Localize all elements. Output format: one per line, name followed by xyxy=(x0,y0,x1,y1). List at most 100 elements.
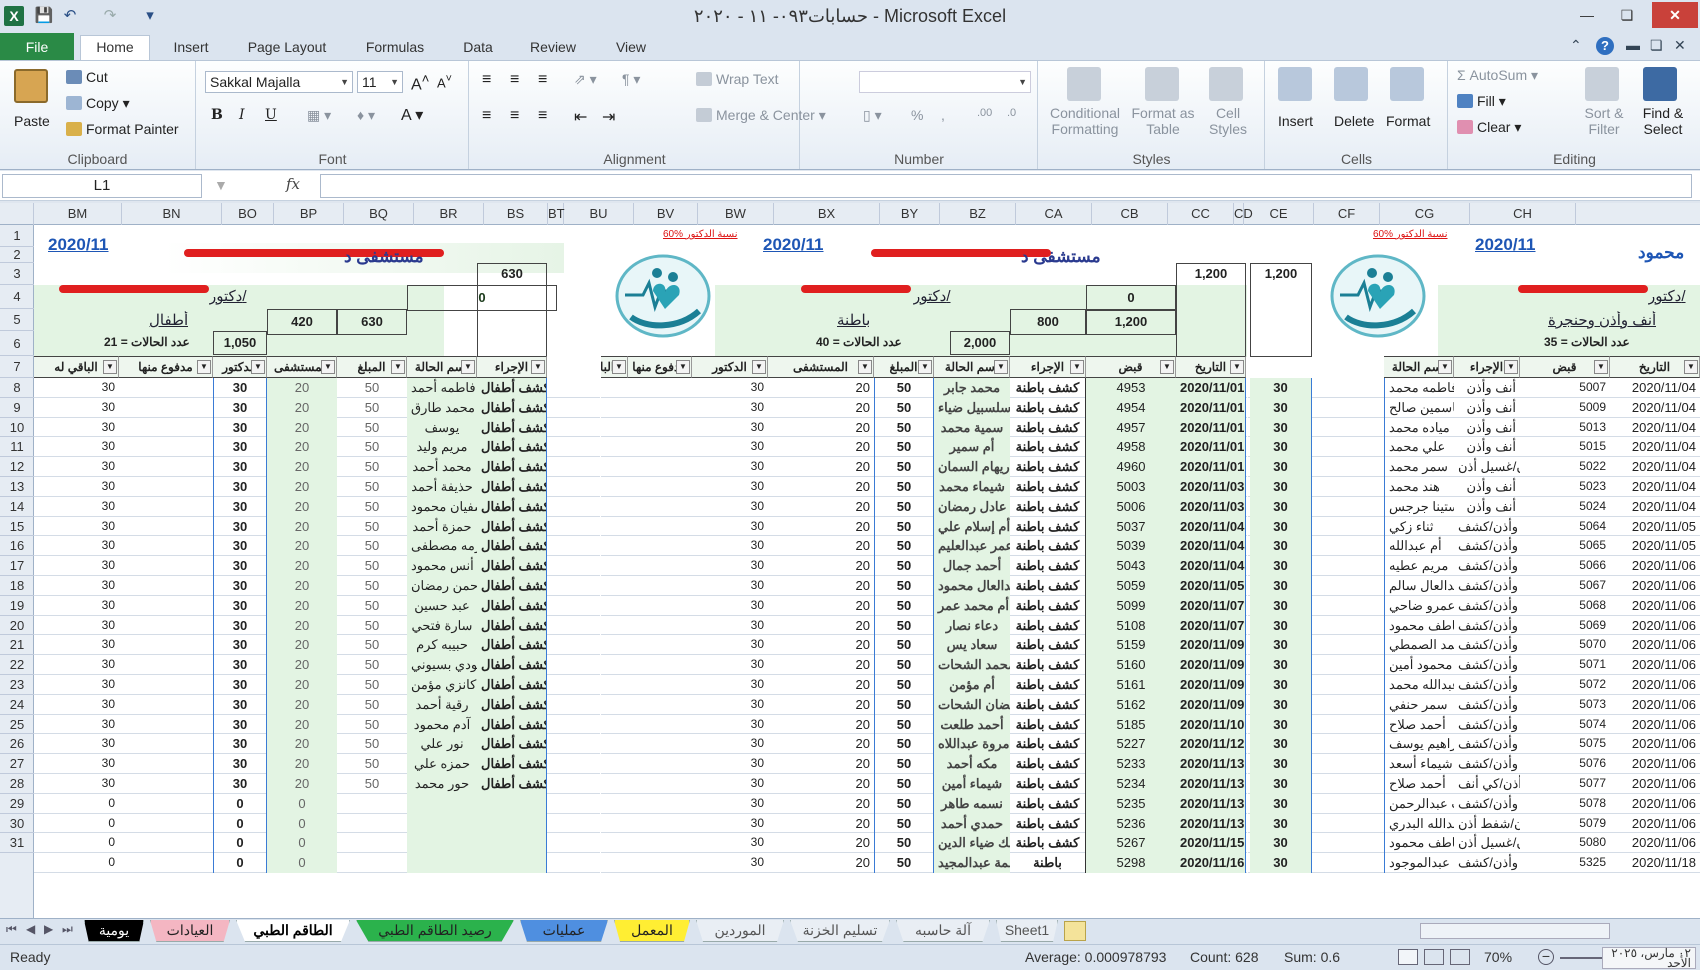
help-icon[interactable]: ? xyxy=(1596,37,1614,55)
table-cell[interactable]: 30 xyxy=(601,398,628,418)
table-cell[interactable]: 30 xyxy=(692,853,768,873)
table-cell[interactable]: 5073 xyxy=(1520,695,1610,715)
table-cell[interactable] xyxy=(628,715,692,735)
table-cell[interactable]: أنف وأذن/كشف xyxy=(1454,715,1520,735)
table-cell[interactable]: 0 xyxy=(213,813,267,834)
row-header[interactable]: 5 xyxy=(0,309,34,331)
table-cell[interactable]: 0 xyxy=(213,833,267,854)
table-cell[interactable]: كشف أطفال xyxy=(477,774,547,794)
table-cell[interactable]: أنف وأذن/غسيل أذن xyxy=(1454,457,1520,477)
insert-function-icon[interactable]: fx xyxy=(286,175,300,193)
table-cell[interactable]: 50 xyxy=(337,536,407,556)
fill-color-icon[interactable]: ♦ ▾ xyxy=(357,107,375,124)
table-cell[interactable]: 30 xyxy=(213,615,267,636)
table-cell[interactable]: 20 xyxy=(768,833,874,853)
table-cell[interactable]: 2020/11/04 xyxy=(1610,378,1700,398)
row-header[interactable]: 1 xyxy=(0,225,34,247)
table-cell[interactable] xyxy=(119,556,213,576)
table-cell[interactable]: أنف وأذن/كشف xyxy=(1454,556,1520,576)
tab-formulas[interactable]: Formulas xyxy=(352,36,438,61)
table-cell[interactable] xyxy=(119,853,213,873)
table-cell[interactable]: 5325 xyxy=(1520,853,1610,873)
page-break-view-icon[interactable] xyxy=(1450,949,1470,965)
table-cell[interactable]: أحمد صلاح xyxy=(1384,714,1454,735)
table-cell[interactable] xyxy=(119,418,213,438)
table-cell[interactable]: 5059 xyxy=(1086,576,1176,596)
sheet-tab[interactable]: رصيد الطاقم الطبي xyxy=(356,920,514,942)
orientation-icon[interactable]: ⇗ ▾ xyxy=(574,71,597,88)
table-cell[interactable]: 30 xyxy=(692,596,768,616)
filter-dropdown-icon[interactable]: ▼ xyxy=(858,360,872,374)
table-cell[interactable]: كشف أطفال xyxy=(477,516,547,537)
table-cell[interactable]: جنات عبدالرحمن xyxy=(1384,793,1454,814)
row-header[interactable]: 16 xyxy=(0,536,34,557)
table-cell[interactable]: 30 xyxy=(1250,457,1312,477)
table-cell[interactable]: 2020/11/06 xyxy=(1610,675,1700,695)
table-cell[interactable]: عبدالعال سالم xyxy=(1384,576,1454,596)
table-column-header[interactable]: المستشفى ▼ xyxy=(267,356,337,378)
table-cell[interactable]: 2020/11/04 xyxy=(1610,398,1700,418)
table-cell[interactable]: أم محمد عمر xyxy=(934,595,1010,616)
row-header[interactable]: 14 xyxy=(0,497,34,517)
table-cell[interactable] xyxy=(119,675,213,695)
table-cell[interactable]: أحمد طلعت xyxy=(934,714,1010,735)
table-cell[interactable]: نسمه طاهر xyxy=(934,793,1010,814)
table-cell[interactable]: 2020/11/10 xyxy=(1176,714,1246,735)
table-cell[interactable]: 4953 xyxy=(1086,378,1176,398)
table-cell[interactable]: يوستينا جرجس xyxy=(1384,496,1454,517)
bold-icon[interactable]: B xyxy=(211,107,223,123)
font-name-combo[interactable]: Sakkal Majalla ▼ xyxy=(205,71,353,93)
table-cell[interactable]: 30 xyxy=(692,477,768,497)
last-sheet-icon[interactable]: ⏭ xyxy=(62,922,73,937)
table-cell[interactable]: 5075 xyxy=(1520,734,1610,754)
table-cell[interactable]: 2020/11/01 xyxy=(1176,417,1246,438)
table-cell[interactable]: 5013 xyxy=(1520,418,1610,438)
sheet-tab[interactable]: آلة حاسبه xyxy=(896,920,990,942)
table-cell[interactable]: 50 xyxy=(337,517,407,537)
table-cell[interactable]: 30 xyxy=(692,675,768,695)
table-cell[interactable]: 50 xyxy=(874,615,934,636)
table-cell[interactable] xyxy=(119,616,213,636)
row-header[interactable]: 27 xyxy=(0,754,34,774)
table-cell[interactable]: 50 xyxy=(874,635,934,656)
table-cell[interactable]: 50 xyxy=(874,813,934,834)
table-cell[interactable]: 20 xyxy=(768,457,874,477)
table-cell[interactable]: 30 xyxy=(692,814,768,834)
row-header[interactable]: 13 xyxy=(0,477,34,497)
table-cell[interactable]: 2020/11/06 xyxy=(1610,715,1700,735)
table-cell[interactable] xyxy=(119,774,213,794)
table-cell[interactable]: كشف باطنة xyxy=(1010,496,1086,517)
row-header[interactable]: 2 xyxy=(0,247,34,263)
table-cell[interactable] xyxy=(119,437,213,457)
table-cell[interactable]: 30 xyxy=(1250,477,1312,497)
table-cell[interactable]: 5227 xyxy=(1086,734,1176,755)
table-cell[interactable] xyxy=(628,833,692,853)
close-button[interactable]: ✕ xyxy=(1652,2,1698,28)
table-cell[interactable]: 30 xyxy=(601,477,628,497)
table-cell[interactable]: 2020/11/01 xyxy=(1176,437,1246,458)
table-cell[interactable]: 50 xyxy=(337,715,407,735)
table-cell[interactable]: 30 xyxy=(34,655,119,675)
table-cell[interactable]: علي محمد xyxy=(1384,437,1454,458)
table-column-header[interactable]: التاريخ ▼ xyxy=(1610,356,1700,378)
table-cell[interactable]: أنف وأذن/كشف xyxy=(1454,853,1520,873)
table-cell[interactable]: كشف أطفال xyxy=(477,417,547,438)
row-header[interactable]: 25 xyxy=(0,715,34,735)
table-cell[interactable]: 30 xyxy=(34,675,119,695)
table-cell[interactable]: 30 xyxy=(34,418,119,438)
table-cell[interactable]: 20 xyxy=(768,437,874,457)
table-cell[interactable]: أنف وأذن/كشف xyxy=(1454,517,1520,537)
table-cell[interactable]: 0 xyxy=(34,814,119,834)
table-cell[interactable]: 50 xyxy=(337,695,407,715)
table-cell[interactable]: محمد جابر xyxy=(934,378,1010,398)
table-cell[interactable]: 30 xyxy=(601,536,628,556)
table-cell[interactable]: عبدالرحمن رمضان xyxy=(407,576,477,596)
table-cell[interactable]: 30 xyxy=(692,794,768,814)
table-cell[interactable]: 30 xyxy=(692,695,768,715)
align-bottom-icon[interactable]: ≡ xyxy=(538,71,547,89)
table-column-header[interactable]: قبض ▼ xyxy=(1086,356,1176,378)
filter-dropdown-icon[interactable]: ▼ xyxy=(461,360,475,374)
table-cell[interactable]: 5235 xyxy=(1086,793,1176,814)
table-cell[interactable]: ياسمين صالح xyxy=(1384,397,1454,418)
table-cell[interactable]: أنف وأذن/كشف xyxy=(1454,576,1520,596)
